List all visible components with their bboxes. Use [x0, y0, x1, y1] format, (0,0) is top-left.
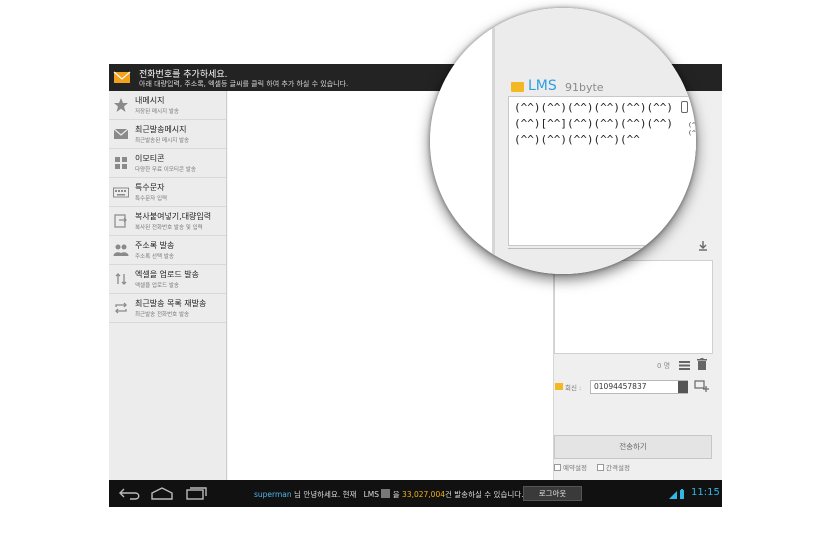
greeting-text: 님 안녕하세요. 현재 — [291, 490, 357, 499]
overflow-text: (^^) (^^) — [688, 121, 696, 137]
reserve-option[interactable]: 예약설정 — [554, 462, 587, 472]
folder-icon — [511, 82, 524, 92]
status-message: superman 님 안녕하세요. 현재 LMS 을 33,027,004건 발… — [254, 489, 524, 500]
add-number-icon[interactable] — [694, 379, 710, 393]
byte-count: 91byte — [565, 81, 604, 94]
message-line: (^^)(^^)(^^)(^^)(^^ — [514, 133, 640, 146]
envelope-icon — [113, 128, 129, 139]
count-prefix: 을 — [390, 490, 403, 499]
repeat-icon — [115, 302, 127, 314]
logout-button[interactable]: 로그아웃 — [523, 486, 582, 501]
attach-icon[interactable] — [681, 101, 688, 113]
reply-number-select[interactable]: 01094457837 — [590, 380, 688, 394]
screenshot-stage: 전화번호를 추가하세요. 아래 대량입력, 주소록, 엑셀등 글씨를 클릭 하여… — [0, 0, 820, 556]
sidebar-item-desc: 최근발송된 메시지 발송 — [135, 138, 190, 144]
download-icon[interactable] — [698, 240, 708, 251]
sidebar-item-emoticon[interactable]: 이모티콘 다양한 무료 이모티콘 발송 — [109, 149, 226, 178]
sidebar-item-desc: 엑셀을 업로드 발송 — [135, 283, 179, 289]
paste-icon — [114, 214, 127, 228]
people-icon — [113, 244, 129, 256]
sidebar-item-addressbook[interactable]: 주소록 발송 주소록 선택 발송 — [109, 236, 226, 265]
back-icon[interactable] — [119, 487, 141, 500]
interval-option[interactable]: 간격설정 — [597, 462, 630, 472]
sidebar-item-desc: 저장된 메시지 발송 — [135, 109, 179, 115]
sidebar-item-excel-upload[interactable]: 엑셀을 업로드 발송 엑셀을 업로드 발송 — [109, 265, 226, 294]
sidebar-item-resend-recent[interactable]: 최근발송 목록 재발송 최근발송 전화번호 발송 — [109, 294, 226, 323]
chevron-down-icon[interactable] — [678, 381, 688, 393]
username: superman — [254, 490, 292, 499]
reply-label: 회신 : — [565, 384, 582, 392]
interval-checkbox[interactable] — [597, 464, 604, 471]
input-underline — [508, 248, 688, 249]
trash-icon[interactable] — [697, 358, 707, 370]
message-line: (^^)(^^)(^^)(^^)(^^)(^^) — [514, 101, 673, 114]
sidebar-item-desc: 다양한 무료 이모티콘 발송 — [135, 167, 196, 173]
message-type-select[interactable]: LMS — [364, 490, 379, 499]
sidebar-item-label: 주소록 발송 — [135, 241, 175, 250]
recent-apps-icon[interactable] — [186, 487, 208, 500]
folder-icon — [555, 383, 563, 390]
sidebar-item-my-messages[interactable]: 내메시지 저장된 메시지 발송 — [109, 91, 226, 120]
recipient-list[interactable] — [554, 260, 713, 354]
home-icon[interactable] — [151, 487, 173, 500]
sidebar-item-desc: 주소록 선택 발송 — [135, 254, 174, 260]
bottom-nav-bar: superman 님 안녕하세요. 현재 LMS 을 33,027,004건 발… — [109, 480, 722, 507]
count-suffix: 건 발송하실 수 있습니다. — [445, 490, 524, 499]
keyboard-icon — [113, 187, 129, 198]
list-icon[interactable] — [679, 360, 690, 370]
message-text: (^^)(^^)(^^)(^^)(^^)(^^) (^^)[^^](^^)(^^)… — [514, 100, 673, 148]
sidebar-item-special-chars[interactable]: 특수문자 특수문자 입력 — [109, 178, 226, 207]
sidebar-item-desc: 최근발송 전화번호 발송 — [135, 312, 190, 318]
sidebar-item-desc: 특수문자 입력 — [135, 196, 168, 202]
send-button[interactable]: 전송하기 — [554, 435, 712, 459]
reserve-label: 예약설정 — [563, 464, 587, 472]
sidebar-item-recent-messages[interactable]: 최근발송메시지 최근발송된 메시지 발송 — [109, 120, 226, 149]
zoomed-panel-divider — [492, 8, 495, 274]
sidebar-item-label: 내메시지 — [135, 96, 165, 105]
interval-label: 간격설정 — [606, 464, 630, 472]
sidebar: 내메시지 저장된 메시지 발송 최근발송메시지 최근발송된 메시지 발송 이모티… — [109, 91, 227, 480]
message-line: (^^)[^^](^^)(^^)(^^)(^^) — [514, 117, 673, 130]
sidebar-item-label: 복사붙여넣기,대량입력 — [135, 212, 212, 221]
recipient-count: 0 명 — [657, 362, 671, 370]
sidebar-item-label: 최근발송 목록 재발송 — [135, 299, 207, 308]
sidebar-item-paste-bulk[interactable]: 복사붙여넣기,대량입력 복사된 전화번호 발송 및 입력 — [109, 207, 226, 236]
signal-icon — [669, 489, 684, 499]
sidebar-item-desc: 복사된 전화번호 발송 및 입력 — [135, 225, 203, 231]
grid-icon — [115, 157, 127, 169]
envelope-icon — [113, 71, 131, 83]
upload-icon — [115, 273, 127, 285]
clock: 11:15 — [691, 487, 720, 498]
star-icon — [114, 98, 128, 112]
message-mode: LMS — [528, 78, 557, 94]
remaining-count: 33,027,004 — [402, 490, 445, 499]
sidebar-item-label: 이모티콘 — [135, 154, 165, 163]
magnifier-lens: LMS 91byte (^^)(^^)(^^)(^^)(^^)(^^) (^^)[… — [430, 8, 696, 274]
reserve-checkbox[interactable] — [554, 464, 561, 471]
sidebar-item-label: 최근발송메시지 — [135, 125, 187, 134]
sidebar-item-label: 엑셀을 업로드 발송 — [135, 270, 199, 279]
header-subtitle: 아래 대량입력, 주소록, 엑셀등 글씨를 클릭 하여 추가 하실 수 있습니다… — [139, 80, 349, 88]
sidebar-item-label: 특수문자 — [135, 183, 165, 192]
